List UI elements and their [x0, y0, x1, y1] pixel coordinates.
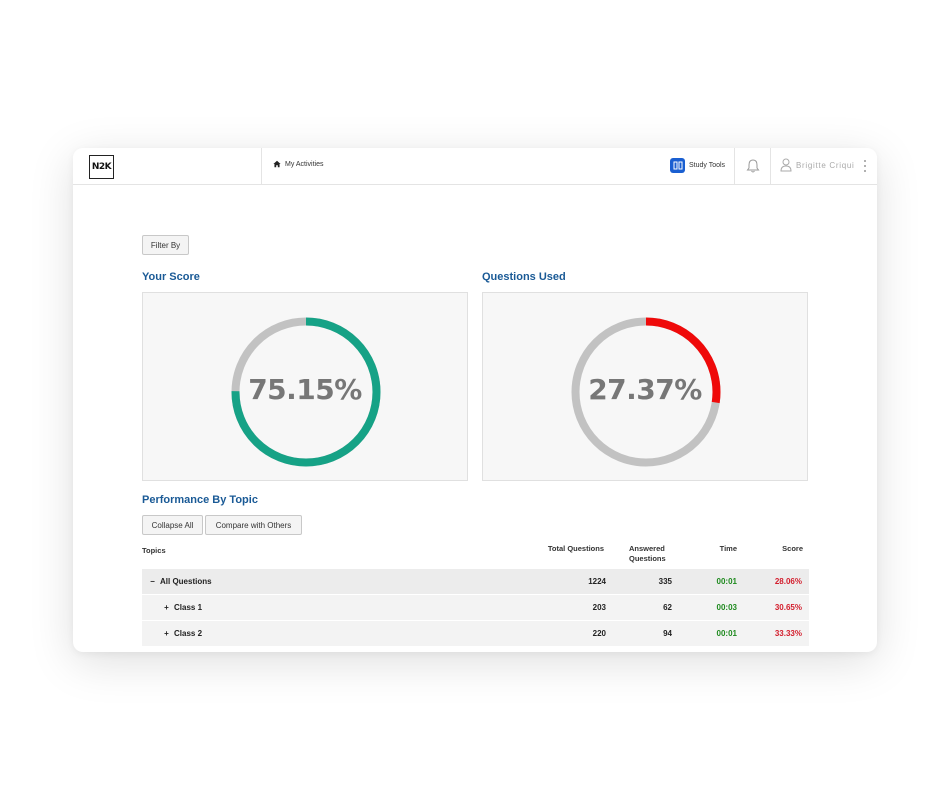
- app-window: N2K My Activities Study Tools Brigitte C…: [73, 148, 877, 652]
- home-icon: [273, 160, 281, 168]
- logo[interactable]: N2K: [89, 155, 114, 179]
- top-bar: N2K My Activities Study Tools Brigitte C…: [73, 148, 877, 185]
- study-tools-button[interactable]: Study Tools: [670, 158, 725, 173]
- study-tools-label: Study Tools: [689, 162, 726, 169]
- time-cell: 00:03: [716, 603, 737, 612]
- column-header-answered-questions: Answered Questions: [629, 544, 666, 564]
- user-menu[interactable]: Brigitte Criqui: [780, 158, 855, 172]
- filter-by-button[interactable]: Filter By: [142, 235, 189, 255]
- topic-name: All Questions: [160, 577, 212, 586]
- collapse-all-button[interactable]: Collapse All: [142, 515, 203, 535]
- topic-cell: + Class 2: [163, 629, 202, 638]
- answered-header-line: Questions: [629, 554, 666, 563]
- answered-cell: 94: [663, 629, 672, 638]
- score-cell: 28.06%: [774, 577, 802, 586]
- expand-toggle-icon[interactable]: +: [163, 629, 170, 638]
- time-cell: 00:01: [716, 577, 737, 586]
- compare-with-others-button[interactable]: Compare with Others: [205, 515, 302, 535]
- answered-header-line: Answered: [629, 544, 665, 553]
- more-options-icon[interactable]: [863, 159, 867, 173]
- topic-name: Class 2: [174, 629, 203, 638]
- score-cell: 33.33%: [774, 629, 802, 638]
- table-row[interactable]: − All Questions 1224 335 00:01 28.06%: [142, 569, 809, 594]
- table-row[interactable]: + Class 1 203 62 00:03 30.65%: [142, 595, 809, 620]
- topic-cell: + Class 1: [163, 603, 202, 612]
- nav-my-activities[interactable]: My Activities: [273, 160, 324, 168]
- score-cell: 30.65%: [774, 603, 802, 612]
- expand-toggle-icon[interactable]: +: [163, 603, 170, 612]
- divider: [770, 148, 771, 185]
- questions-used-title: Questions Used: [482, 271, 566, 283]
- divider: [261, 148, 262, 185]
- user-icon: [780, 158, 792, 172]
- questions-used-percentage: 27.37%: [588, 373, 702, 406]
- topic-name: Class 1: [174, 603, 203, 612]
- topic-cell: − All Questions: [149, 577, 212, 586]
- answered-cell: 335: [658, 577, 672, 586]
- total-cell: 1224: [588, 577, 606, 586]
- performance-title: Performance By Topic: [142, 494, 258, 506]
- total-cell: 220: [592, 629, 606, 638]
- nav-my-activities-label: My Activities: [285, 160, 324, 168]
- column-header-score: Score: [782, 544, 803, 553]
- study-tools-icon: [670, 158, 685, 173]
- column-header-total-questions: Total Questions: [547, 544, 604, 553]
- answered-cell: 62: [663, 603, 672, 612]
- your-score-title: Your Score: [142, 271, 200, 283]
- questions-used-panel: 27.37%: [482, 292, 808, 481]
- collapse-toggle-icon[interactable]: −: [149, 577, 156, 586]
- table-row[interactable]: + Class 2 220 94 00:01 33.33%: [142, 621, 809, 646]
- score-percentage: 75.15%: [248, 373, 362, 406]
- time-cell: 00:01: [716, 629, 737, 638]
- divider: [734, 148, 735, 185]
- column-header-topics: Topics: [142, 546, 166, 555]
- total-cell: 203: [592, 603, 606, 612]
- user-name: Brigitte Criqui: [796, 160, 855, 170]
- score-panel: 75.15%: [142, 292, 468, 481]
- bell-icon[interactable]: [745, 158, 761, 174]
- column-header-time: Time: [719, 544, 737, 553]
